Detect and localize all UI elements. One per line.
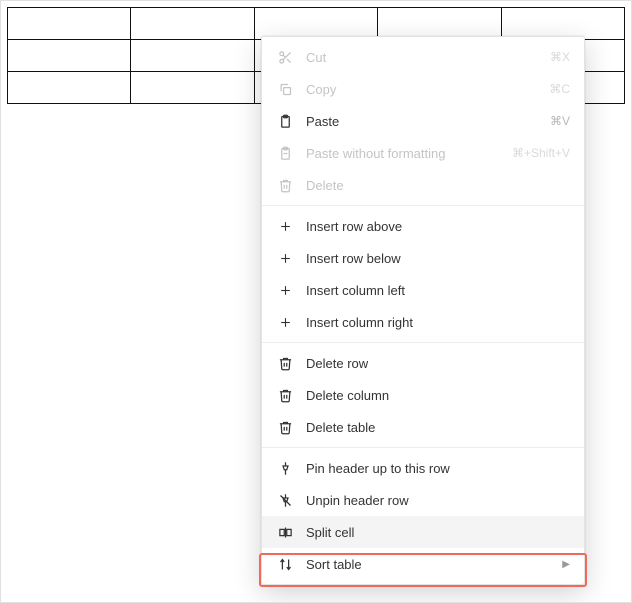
menu-unpin-header[interactable]: Unpin header row bbox=[262, 484, 584, 516]
menu-separator bbox=[262, 447, 584, 448]
menu-label: Paste bbox=[306, 114, 550, 129]
menu-paste[interactable]: Paste ⌘V bbox=[262, 105, 584, 137]
menu-pin-header[interactable]: Pin header up to this row bbox=[262, 452, 584, 484]
copy-icon bbox=[276, 80, 294, 98]
menu-insert-row-above[interactable]: Insert row above bbox=[262, 210, 584, 242]
menu-insert-column-right[interactable]: Insert column right bbox=[262, 306, 584, 338]
menu-label: Insert row below bbox=[306, 251, 570, 266]
menu-copy: Copy ⌘C bbox=[262, 73, 584, 105]
menu-label: Copy bbox=[306, 82, 549, 97]
menu-separator bbox=[262, 205, 584, 206]
menu-insert-column-left[interactable]: Insert column left bbox=[262, 274, 584, 306]
plus-icon bbox=[276, 281, 294, 299]
plus-icon bbox=[276, 249, 294, 267]
trash-icon bbox=[276, 176, 294, 194]
menu-delete-column[interactable]: Delete column bbox=[262, 379, 584, 411]
table-row bbox=[8, 8, 625, 40]
unpin-icon bbox=[276, 491, 294, 509]
menu-delete-row[interactable]: Delete row bbox=[262, 347, 584, 379]
menu-paste-plain: Paste without formatting ⌘+Shift+V bbox=[262, 137, 584, 169]
menu-label: Split cell bbox=[306, 525, 570, 540]
table-context-menu[interactable]: Cut ⌘X Copy ⌘C Paste ⌘V bbox=[261, 36, 585, 585]
plus-icon bbox=[276, 313, 294, 331]
menu-label: Delete column bbox=[306, 388, 570, 403]
menu-label: Paste without formatting bbox=[306, 146, 512, 161]
chevron-right-icon: ▶ bbox=[562, 559, 570, 570]
app-stage: Cut ⌘X Copy ⌘C Paste ⌘V bbox=[0, 0, 632, 603]
trash-icon bbox=[276, 418, 294, 436]
menu-split-cell[interactable]: Split cell bbox=[262, 516, 584, 548]
menu-label: Insert column left bbox=[306, 283, 570, 298]
trash-icon bbox=[276, 354, 294, 372]
clipboard-icon bbox=[276, 112, 294, 130]
menu-label: Cut bbox=[306, 50, 550, 65]
menu-label: Insert column right bbox=[306, 315, 570, 330]
menu-label: Delete bbox=[306, 178, 570, 193]
menu-label: Delete row bbox=[306, 356, 570, 371]
menu-separator bbox=[262, 342, 584, 343]
menu-shortcut: ⌘C bbox=[549, 82, 570, 96]
sort-icon bbox=[276, 555, 294, 573]
menu-label: Sort table bbox=[306, 557, 556, 572]
menu-insert-row-below[interactable]: Insert row below bbox=[262, 242, 584, 274]
trash-icon bbox=[276, 386, 294, 404]
menu-label: Insert row above bbox=[306, 219, 570, 234]
menu-label: Pin header up to this row bbox=[306, 461, 570, 476]
menu-label: Delete table bbox=[306, 420, 570, 435]
scissors-icon bbox=[276, 48, 294, 66]
pin-icon bbox=[276, 459, 294, 477]
menu-shortcut: ⌘X bbox=[550, 50, 570, 64]
clipboard-plain-icon bbox=[276, 144, 294, 162]
menu-sort-table[interactable]: Sort table ▶ bbox=[262, 548, 584, 580]
menu-cut: Cut ⌘X bbox=[262, 41, 584, 73]
plus-icon bbox=[276, 217, 294, 235]
menu-delete: Delete bbox=[262, 169, 584, 201]
menu-label: Unpin header row bbox=[306, 493, 570, 508]
split-cell-icon bbox=[276, 523, 294, 541]
menu-shortcut: ⌘+Shift+V bbox=[512, 146, 570, 160]
menu-shortcut: ⌘V bbox=[550, 114, 570, 128]
menu-delete-table[interactable]: Delete table bbox=[262, 411, 584, 443]
